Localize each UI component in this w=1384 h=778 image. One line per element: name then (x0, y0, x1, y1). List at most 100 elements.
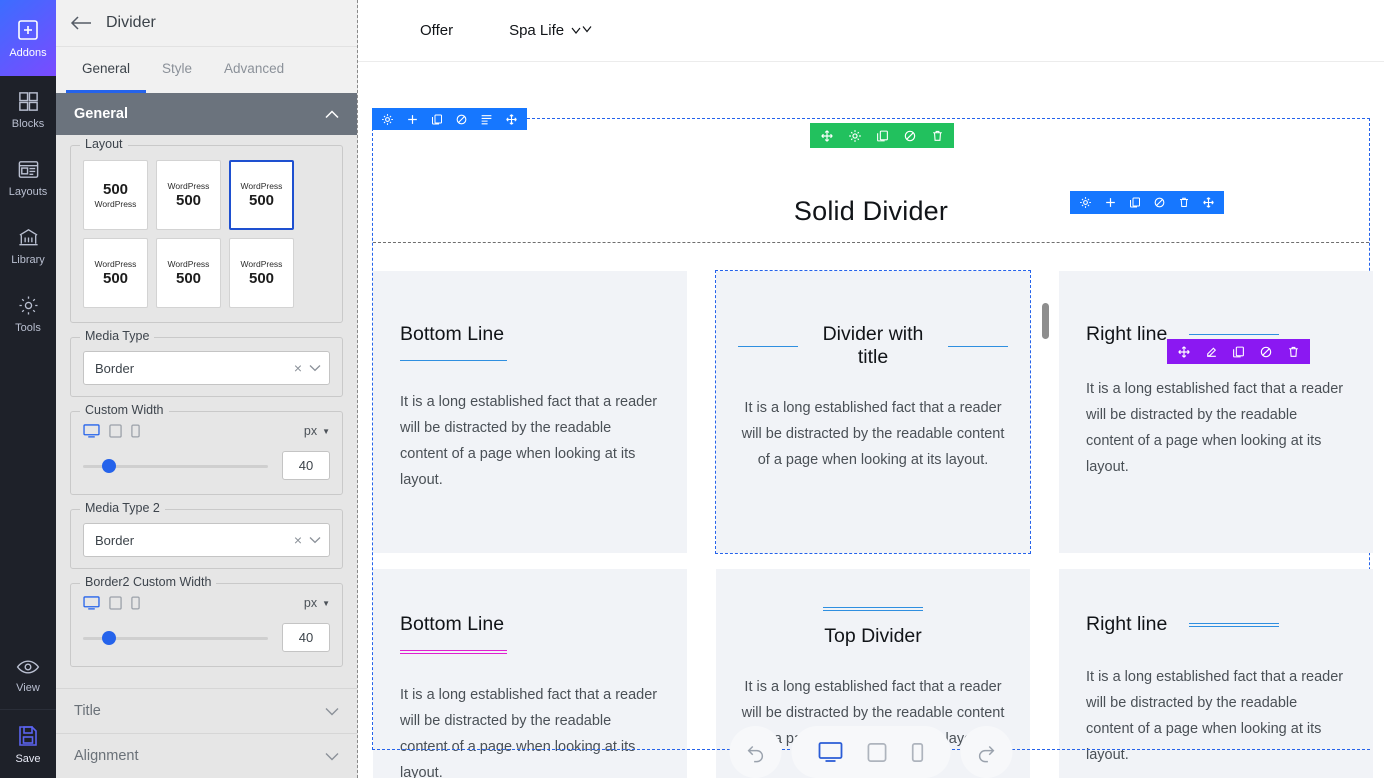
card-divider-with-title[interactable]: Divider with title It is a long establis… (715, 270, 1031, 554)
layouts-icon (17, 158, 40, 181)
card-bottom-line-1[interactable]: Bottom Line It is a long established fac… (373, 271, 687, 553)
custom-width-slider[interactable] (83, 458, 268, 473)
plus-icon[interactable] (1104, 196, 1117, 209)
accordion-title[interactable]: Title (56, 688, 357, 733)
card-right-line-1[interactable]: Right line It is a long established fact… (1059, 271, 1373, 553)
divider-line (1189, 622, 1280, 627)
move-icon[interactable] (1202, 196, 1215, 209)
card-title: Top Divider (824, 625, 922, 647)
layout-card-1[interactable]: 500 WordPress (83, 160, 148, 230)
layout-card-value: 500 (248, 192, 275, 209)
column-toolbar[interactable] (1070, 191, 1224, 214)
copy-icon[interactable] (876, 129, 889, 143)
border2-slider-row: 40 (83, 623, 330, 652)
tablet-icon[interactable] (867, 742, 888, 763)
layout-card-2[interactable]: WordPress 500 (156, 160, 221, 230)
unit-selector[interactable]: px ▼ (304, 424, 330, 438)
rail-item-blocks[interactable]: Blocks (0, 76, 56, 144)
hide-icon[interactable] (1259, 345, 1273, 359)
rail-label: Addons (9, 46, 47, 59)
rail-label: Save (15, 752, 41, 765)
slider-thumb[interactable] (101, 458, 116, 473)
layout-legend: Layout (80, 137, 128, 151)
back-arrow-icon[interactable] (70, 15, 92, 31)
mobile-icon[interactable] (131, 596, 140, 610)
move-icon[interactable] (820, 129, 834, 143)
clear-icon[interactable]: × (287, 360, 309, 376)
accordion-alignment[interactable]: Alignment (56, 733, 357, 778)
trash-icon[interactable] (1178, 196, 1190, 209)
nav-link-spa-life[interactable]: Spa Life (509, 22, 593, 39)
cards-row-1: Bottom Line It is a long established fac… (373, 270, 1373, 554)
trash-icon[interactable] (931, 129, 944, 143)
section-header-general[interactable]: General (56, 93, 357, 135)
mobile-icon[interactable] (131, 424, 140, 438)
media-type-select[interactable]: Border × (83, 351, 330, 385)
card-right-line-2[interactable]: Right line It is a long established fact… (1059, 569, 1373, 778)
plus-icon[interactable] (406, 113, 419, 126)
redo-icon (976, 741, 998, 763)
border2-width-input[interactable]: 40 (282, 623, 330, 652)
rail-item-tools[interactable]: Tools (0, 280, 56, 348)
trash-icon[interactable] (1287, 345, 1300, 359)
card-title: Divider with title (822, 323, 924, 368)
list-icon[interactable] (480, 113, 493, 126)
chevron-down-icon[interactable] (309, 364, 321, 372)
desktop-icon[interactable] (818, 741, 844, 763)
rail-item-library[interactable]: Library (0, 212, 56, 280)
redo-button[interactable] (960, 726, 1013, 778)
card-title: Bottom Line (400, 613, 505, 635)
tab-advanced[interactable]: Advanced (208, 47, 300, 93)
layout-card-6[interactable]: WordPress 500 (229, 238, 294, 308)
site-header: Offer Spa Life (358, 0, 1384, 62)
card-body-text: It is a long established fact that a rea… (1086, 669, 1344, 763)
gear-icon[interactable] (848, 129, 862, 143)
desktop-icon[interactable] (83, 596, 100, 610)
border2-width-slider[interactable] (83, 630, 268, 645)
tab-general[interactable]: General (66, 47, 147, 93)
rail-item-view[interactable]: View (0, 641, 56, 709)
rail-item-addons[interactable]: Addons (0, 0, 56, 76)
chevron-down-icon (571, 25, 593, 37)
rail-item-save[interactable]: Save (0, 710, 56, 778)
media-type-2-select[interactable]: Border × (83, 523, 330, 557)
copy-icon[interactable] (431, 113, 443, 126)
slider-thumb[interactable] (101, 630, 116, 645)
nav-link-offer[interactable]: Offer (420, 22, 453, 39)
widget-toolbar[interactable] (1167, 339, 1310, 364)
settings-panel: Divider General Style Advanced General L… (56, 0, 358, 778)
card-body-text: It is a long established fact that a rea… (400, 687, 658, 778)
layout-card-5[interactable]: WordPress 500 (156, 238, 221, 308)
hide-icon[interactable] (903, 129, 917, 143)
panel-tabs: General Style Advanced (56, 47, 357, 93)
edit-icon[interactable] (1205, 345, 1218, 359)
tablet-icon[interactable] (109, 596, 122, 610)
card-bottom-line-2[interactable]: Bottom Line It is a long established fac… (373, 569, 687, 778)
hide-icon[interactable] (1153, 196, 1166, 209)
move-icon[interactable] (505, 113, 518, 126)
tablet-icon[interactable] (109, 424, 122, 438)
tab-style[interactable]: Style (146, 47, 208, 93)
move-icon[interactable] (1177, 345, 1191, 359)
unit-selector[interactable]: px ▼ (304, 596, 330, 610)
clear-icon[interactable]: × (287, 532, 309, 548)
heading-toolbar[interactable] (810, 123, 954, 148)
chevron-down-icon[interactable] (309, 536, 321, 544)
mobile-icon[interactable] (911, 742, 925, 763)
rail-item-layouts[interactable]: Layouts (0, 144, 56, 212)
copy-icon[interactable] (1232, 345, 1245, 359)
border2-custom-width-legend: Border2 Custom Width (80, 575, 217, 589)
hide-icon[interactable] (455, 113, 468, 126)
divider-top-double (738, 607, 1008, 611)
copy-icon[interactable] (1129, 196, 1141, 209)
layout-options: 500 WordPress WordPress 500 WordPress 50… (83, 160, 330, 308)
custom-width-input[interactable]: 40 (282, 451, 330, 480)
layout-card-4[interactable]: WordPress 500 (83, 238, 148, 308)
inner-scrollbar-thumb[interactable] (1042, 303, 1049, 339)
undo-button[interactable] (729, 726, 782, 778)
desktop-icon[interactable] (83, 424, 100, 438)
gear-icon[interactable] (381, 113, 394, 126)
section-toolbar[interactable] (372, 108, 527, 130)
gear-icon[interactable] (1079, 196, 1092, 209)
layout-card-3[interactable]: WordPress 500 (229, 160, 294, 230)
